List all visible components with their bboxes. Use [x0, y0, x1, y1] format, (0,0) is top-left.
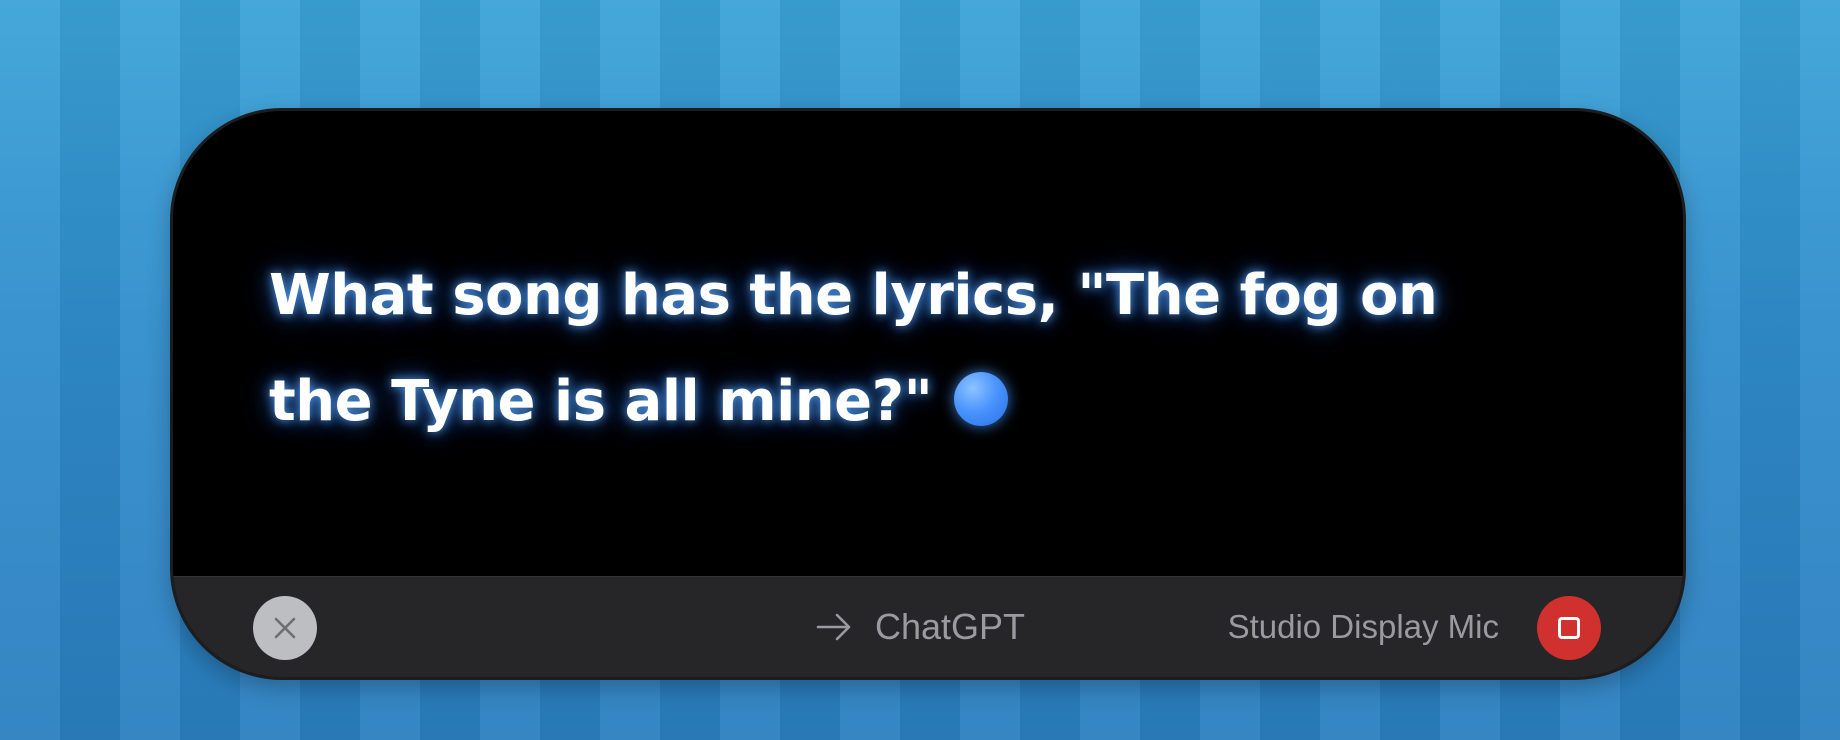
close-button[interactable]	[253, 596, 317, 660]
close-icon	[274, 617, 296, 639]
arrow-right-icon	[816, 613, 851, 641]
target-app[interactable]: ChatGPT	[815, 577, 1025, 677]
target-app-label: ChatGPT	[875, 606, 1026, 647]
panel-footer: ChatGPT Studio Display Mic	[173, 576, 1683, 677]
stop-icon	[1558, 617, 1580, 639]
transcript-text: What song has the lyrics, "The fog on th…	[269, 263, 1438, 434]
microphone-label[interactable]: Studio Display Mic	[1228, 577, 1499, 677]
dictation-panel: What song has the lyrics, "The fog on th…	[170, 108, 1686, 680]
listening-indicator-icon	[954, 372, 1009, 426]
stop-button[interactable]	[1537, 596, 1601, 660]
transcript-area: What song has the lyrics, "The fog on th…	[269, 243, 1529, 455]
